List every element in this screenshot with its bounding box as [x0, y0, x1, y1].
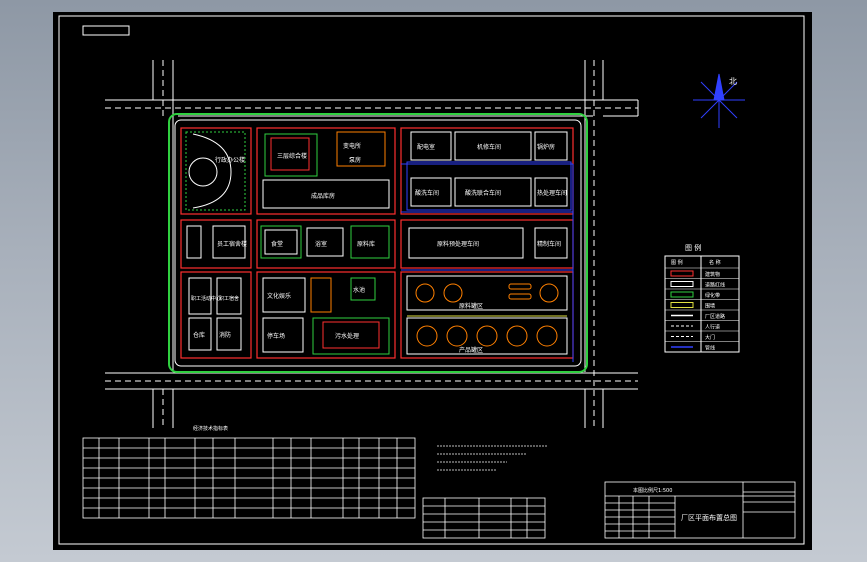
legend: 图 例 图 例 名 称 建筑物道路红线绿化带围墙厂区道路人行道大门管线 [664, 243, 740, 353]
legend-title: 图 例 [685, 243, 701, 252]
drawing-title: 厂区平面布置总图 [681, 513, 737, 522]
drawing-sheet: 行政办公楼 三层综合楼 变电所 泵房 成品库房 配电室 机修车间 锅炉房 酸洗车… [53, 12, 812, 550]
north-label: 北 [729, 77, 737, 86]
label-b8: 锅炉房 [537, 143, 555, 151]
label-b28: 污水处理 [335, 332, 359, 340]
label-b22: 仓库 [193, 331, 205, 339]
buildings-row-3 [188, 275, 568, 355]
legend-symbol [670, 291, 694, 298]
label-b14: 浴室 [315, 240, 327, 248]
cad-drawing: 行政办公楼 三层综合楼 变电所 泵房 成品库房 配电室 机修车间 锅炉房 酸洗车… [58, 15, 805, 545]
label-b24: 水池 [353, 286, 365, 294]
label-b17: 原料预处理车间 [437, 240, 479, 248]
legend-header-symbol: 图 例 [671, 259, 683, 266]
legend-label: 围墙 [705, 303, 715, 310]
label-b9: 酸洗车间 [415, 189, 439, 197]
label-b7: 机修车间 [477, 143, 501, 151]
label-b12: 员工宿舍楼 [217, 240, 247, 248]
label-b18: 精制车间 [537, 240, 561, 248]
legend-symbol [670, 302, 694, 308]
label-b23: 消防 [219, 331, 231, 339]
legend-header-name: 名 称 [709, 259, 721, 266]
label-b2: 三层综合楼 [277, 152, 307, 160]
label-b11: 热处理车间 [537, 189, 567, 197]
legend-symbol [670, 281, 694, 287]
legend-label: 人行道 [705, 324, 720, 331]
label-b21: 文化娱乐 [267, 292, 291, 300]
buildings-row-1 [185, 131, 572, 211]
legend-label: 道路红线 [705, 282, 725, 289]
legend-label: 大门 [705, 334, 715, 341]
table-caption: 经济技术指标表 [193, 425, 228, 432]
label-b19: 职工活动中心 [191, 295, 221, 302]
legend-label: 绿化带 [705, 292, 720, 299]
outer-frame [58, 15, 805, 545]
legend-symbol [670, 270, 694, 277]
legend-label: 厂区道路 [705, 313, 725, 320]
schedule-table [422, 497, 546, 539]
legend-label: 建筑物 [705, 271, 720, 278]
label-b3: 变电所 [343, 142, 361, 150]
label-b6: 配电室 [417, 143, 435, 151]
label-b5: 成品库房 [311, 192, 335, 200]
label-b25: 停车场 [267, 332, 285, 340]
label-b1: 行政办公楼 [215, 156, 245, 164]
label-b10: 酸洗联合车间 [465, 189, 501, 197]
label-b30: 原料罐区 [459, 302, 483, 310]
label-b15: 原料库 [357, 240, 375, 248]
label-b20: 职工宿舍 [219, 295, 239, 302]
notes [437, 445, 547, 471]
label-b4: 泵房 [349, 156, 361, 164]
label-b13: 食堂 [271, 240, 283, 248]
economic-table: 经济技术指标表 [82, 425, 416, 519]
scale-note: 本图比例尺1:500 [633, 487, 672, 494]
legend-label: 管线 [705, 345, 715, 352]
label-b31: 产品罐区 [459, 346, 483, 354]
north-arrow [693, 73, 745, 128]
label-box [82, 25, 130, 36]
